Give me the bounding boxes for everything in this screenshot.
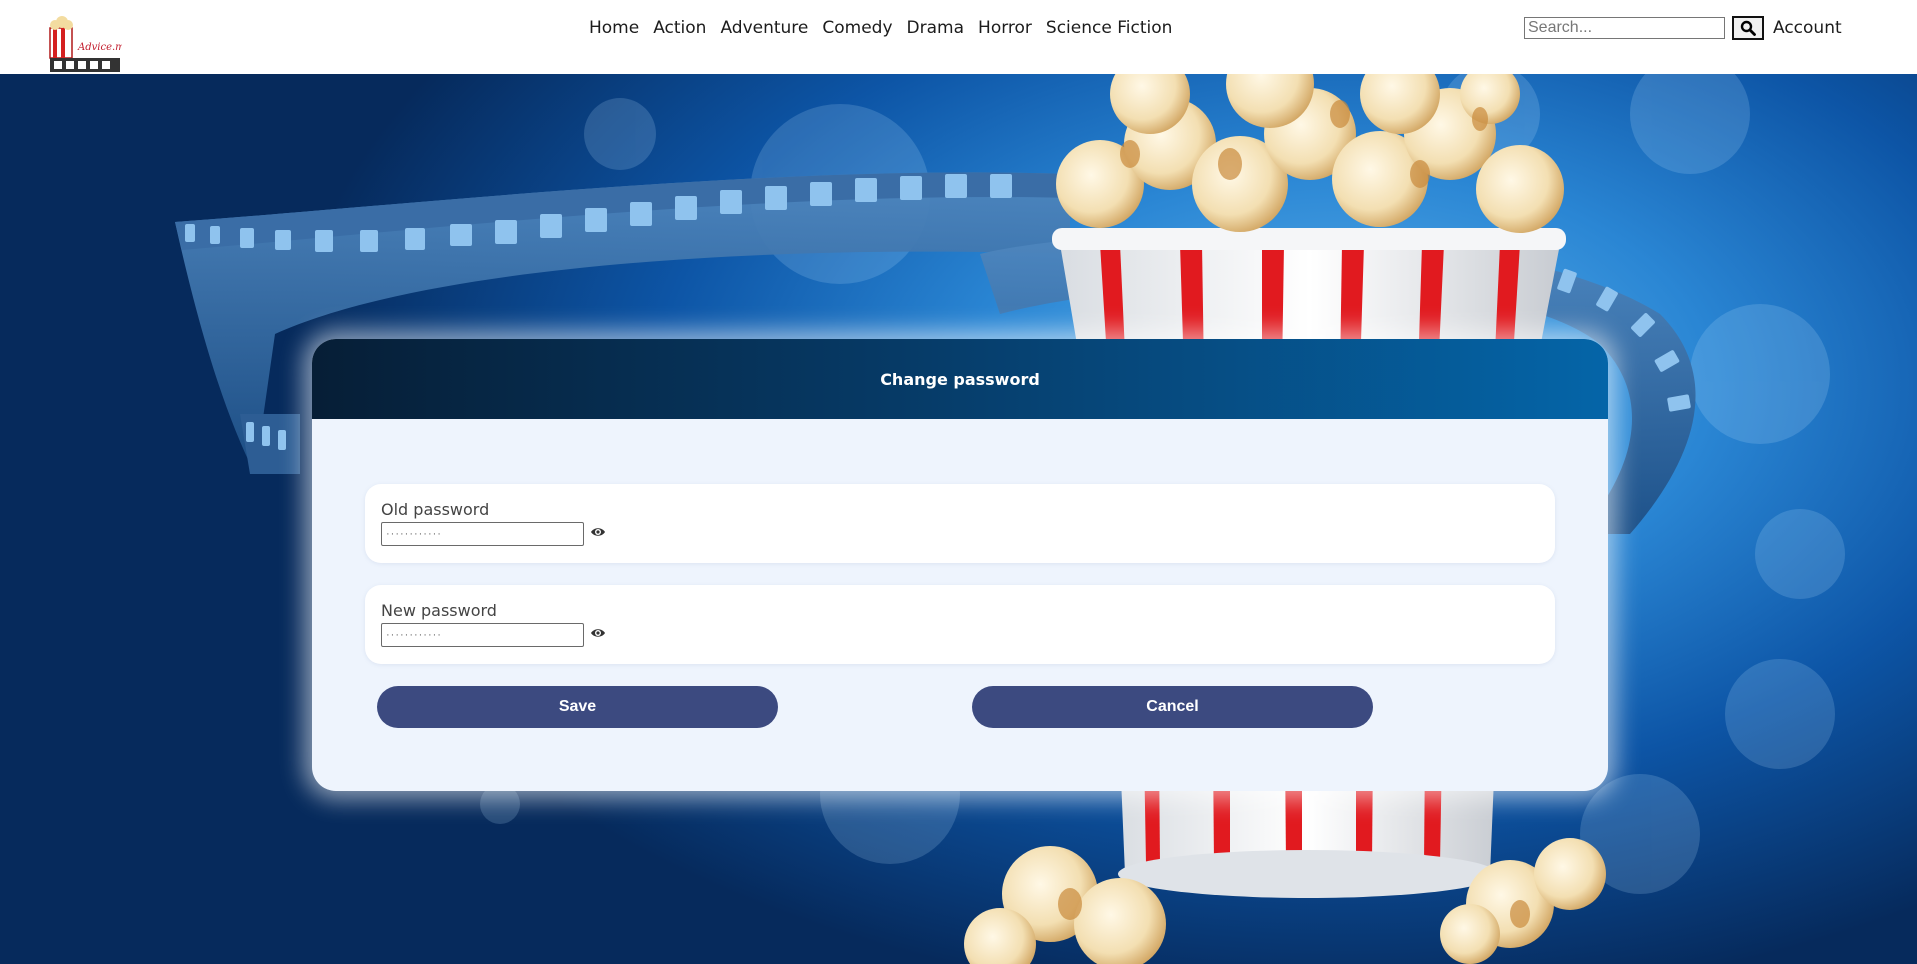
change-password-card: Change password Old password New passwor…	[312, 339, 1608, 791]
search-button[interactable]	[1732, 16, 1764, 40]
account-link[interactable]: Account	[1773, 16, 1842, 40]
save-button[interactable]: Save	[377, 686, 778, 728]
main-nav: Home Action Adventure Comedy Drama Horro…	[582, 16, 1179, 40]
nav-home[interactable]: Home	[582, 16, 646, 40]
card-title: Change password	[880, 369, 1040, 389]
nav-drama[interactable]: Drama	[900, 16, 971, 40]
site-logo[interactable]: Advice.me	[48, 14, 131, 74]
popcorn-logo-icon: Advice.me	[49, 16, 131, 72]
new-password-field[interactable]	[381, 623, 584, 647]
new-password-group: New password	[365, 585, 1555, 664]
old-password-label: Old password	[381, 500, 490, 519]
eye-icon[interactable]	[590, 524, 606, 540]
eye-icon[interactable]	[590, 625, 606, 641]
nav-science-fiction[interactable]: Science Fiction	[1039, 16, 1179, 40]
new-password-label: New password	[381, 601, 497, 620]
old-password-field[interactable]	[381, 522, 584, 546]
nav-comedy[interactable]: Comedy	[815, 16, 899, 40]
nav-action[interactable]: Action	[646, 16, 713, 40]
nav-horror[interactable]: Horror	[971, 16, 1039, 40]
search-icon	[1740, 20, 1756, 36]
search-input[interactable]	[1524, 17, 1725, 39]
old-password-group: Old password	[365, 484, 1555, 563]
logo-text: Advice.me	[77, 42, 122, 53]
card-header: Change password	[312, 339, 1608, 419]
nav-adventure[interactable]: Adventure	[713, 16, 815, 40]
top-navbar: Advice.me Home Action Adventure Comedy D…	[0, 0, 1917, 74]
cancel-button[interactable]: Cancel	[972, 686, 1373, 728]
